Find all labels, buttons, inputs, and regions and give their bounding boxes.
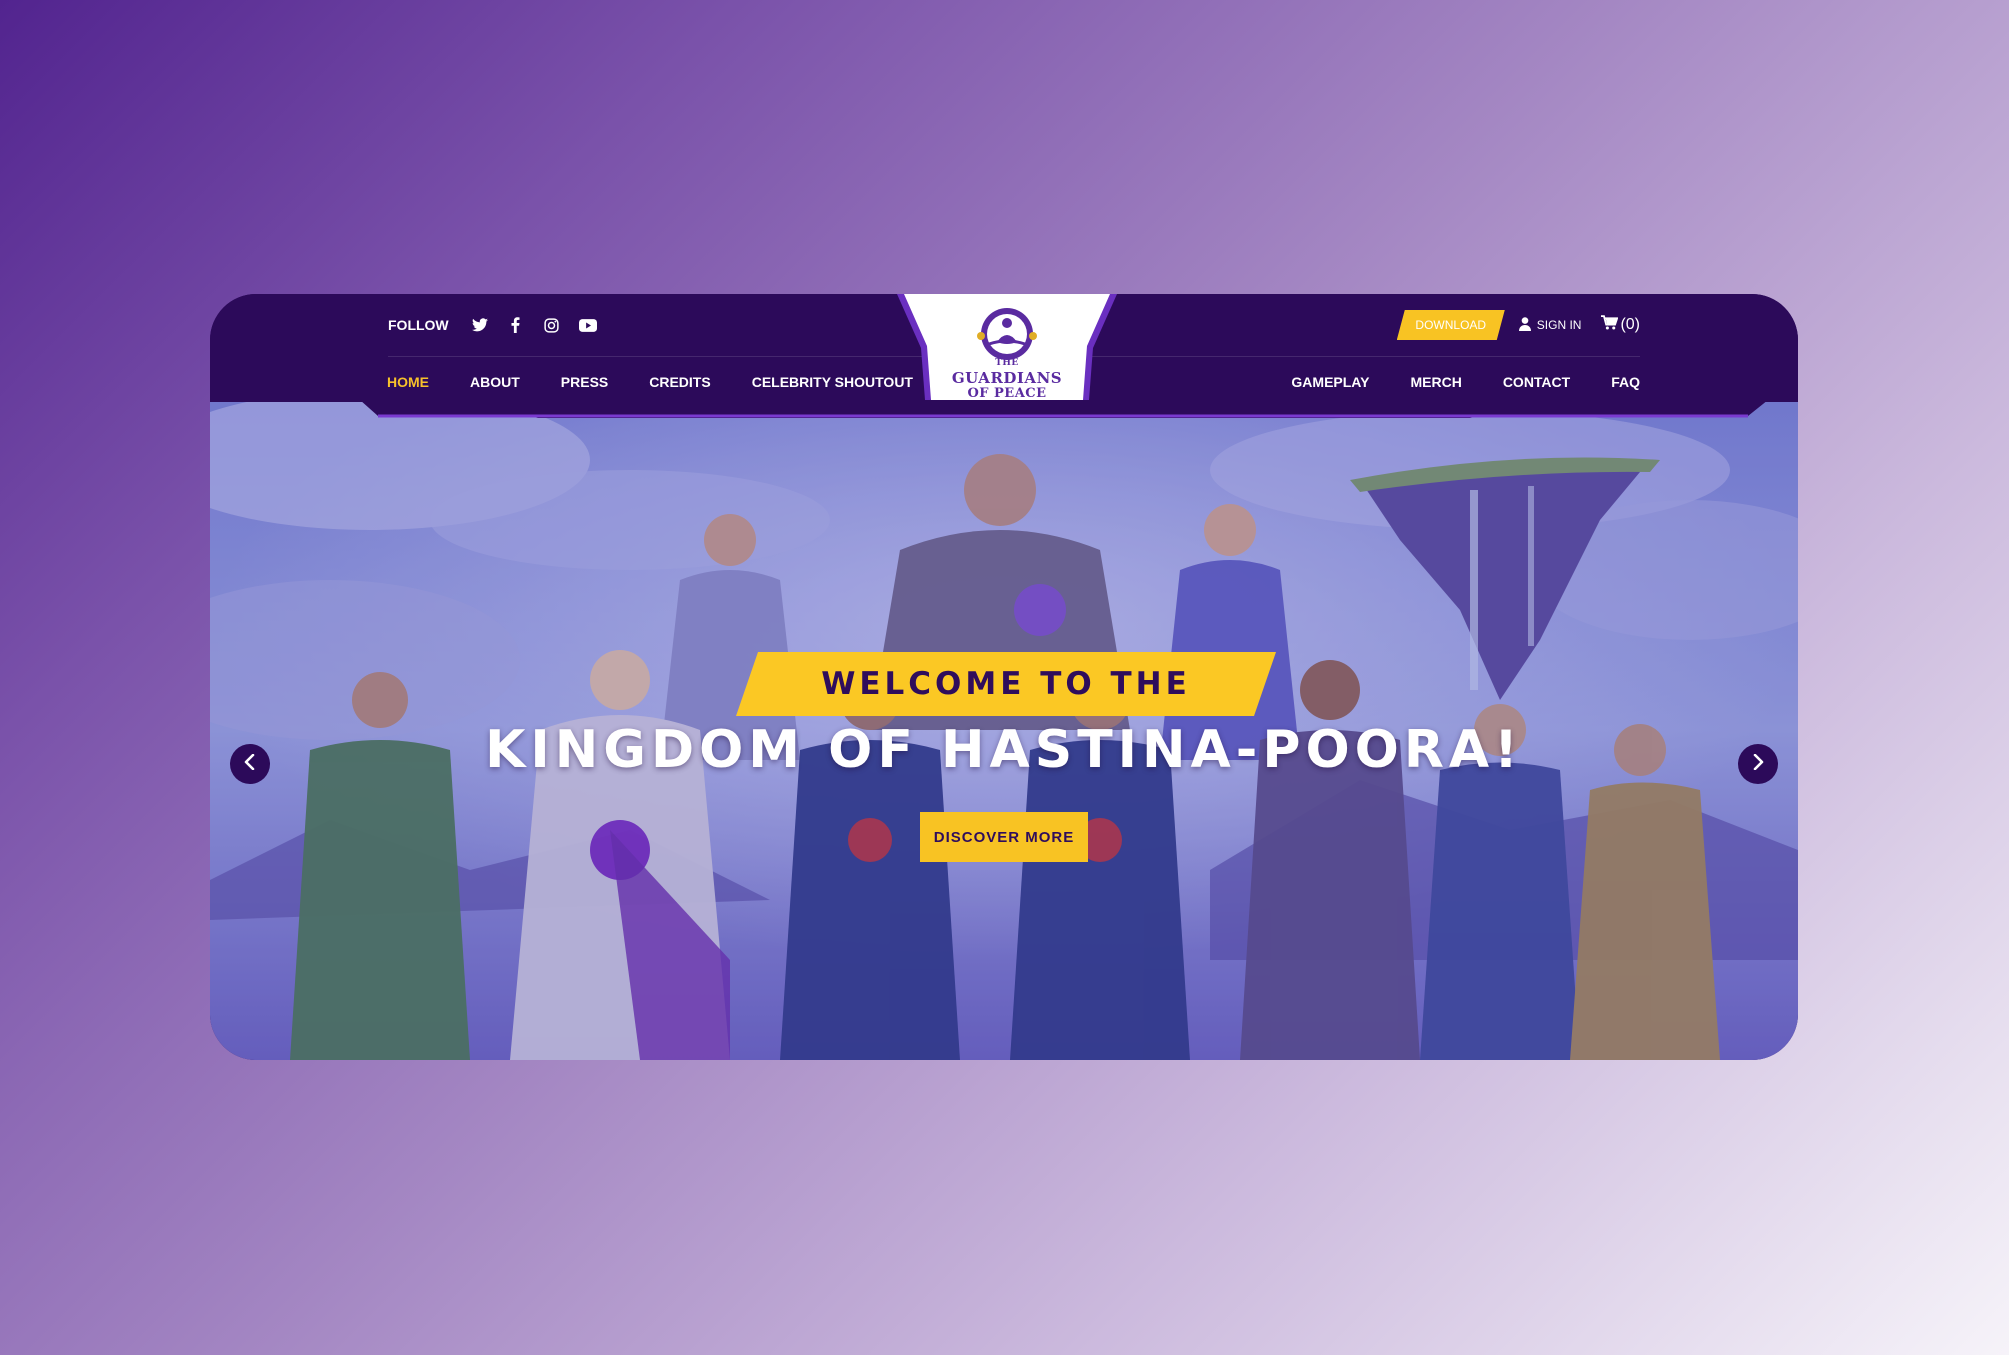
logo-line-2: GUARDIANS xyxy=(951,369,1063,387)
nav-merch[interactable]: MERCH xyxy=(1410,374,1461,390)
chevron-right-icon xyxy=(1751,753,1765,775)
sign-in-link[interactable]: SIGN IN xyxy=(1518,316,1582,334)
hero-slider: WELCOME TO THE KINGDOM OF HASTINA-POORA!… xyxy=(210,400,1798,1060)
hero-title: KINGDOM OF HASTINA-POORA! xyxy=(485,720,1523,780)
nav-gameplay[interactable]: GAMEPLAY xyxy=(1291,374,1369,390)
youtube-icon[interactable] xyxy=(578,316,597,334)
sign-in-label: SIGN IN xyxy=(1536,318,1582,332)
nav-celebrity-shoutout[interactable]: CELEBRITY SHOUTOUT xyxy=(752,374,913,390)
logo-line-3: OF PEACE xyxy=(967,386,1047,401)
header-bevel xyxy=(210,400,1798,418)
instagram-icon[interactable] xyxy=(543,316,561,334)
nav-contact[interactable]: CONTACT xyxy=(1503,374,1570,390)
slider-next-button[interactable] xyxy=(1738,744,1778,784)
nav-credits[interactable]: CREDITS xyxy=(649,374,710,390)
cart-icon xyxy=(1601,315,1619,335)
download-button[interactable]: DOWNLOAD xyxy=(1397,310,1505,340)
follow-label: FOLLOW xyxy=(388,317,449,333)
nav-about[interactable]: ABOUT xyxy=(470,374,520,390)
chevron-left-icon xyxy=(243,753,257,775)
follow-group: FOLLOW xyxy=(388,316,597,334)
social-links xyxy=(471,316,597,334)
header-actions: DOWNLOAD SIGN IN (0) xyxy=(1397,310,1640,340)
nav-faq[interactable]: FAQ xyxy=(1611,374,1640,390)
main-nav-right: GAMEPLAY MERCH CONTACT FAQ xyxy=(1291,374,1640,390)
hero-banner: WELCOME TO THE xyxy=(736,652,1276,716)
cart-link[interactable]: (0) xyxy=(1601,315,1640,335)
slider-prev-button[interactable] xyxy=(230,744,270,784)
facebook-icon[interactable] xyxy=(507,316,525,334)
nav-press[interactable]: PRESS xyxy=(561,374,608,390)
main-nav-left: HOME ABOUT PRESS CREDITS CELEBRITY SHOUT… xyxy=(387,374,913,390)
nav-home[interactable]: HOME xyxy=(387,374,429,390)
discover-more-button[interactable]: DISCOVER MORE xyxy=(920,812,1088,862)
cart-count: (0) xyxy=(1620,316,1640,333)
site-logo[interactable]: THE GUARDIANS OF PEACE xyxy=(897,294,1117,401)
user-icon xyxy=(1518,316,1531,334)
site-frame: FOLLOW DOWNLOAD SIGN IN (0) HOME ABOUT P… xyxy=(210,294,1798,1060)
logo-wordmark: THE GUARDIANS OF PEACE xyxy=(897,356,1117,401)
twitter-icon[interactable] xyxy=(471,316,489,334)
